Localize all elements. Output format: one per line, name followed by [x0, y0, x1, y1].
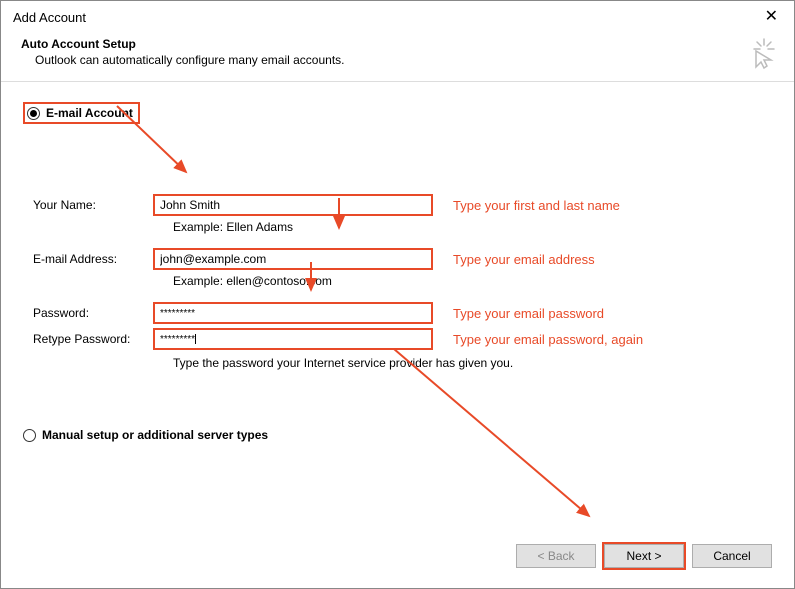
- cursor-sparkle-icon: [742, 35, 778, 71]
- email-account-option-highlight: E-mail Account: [23, 102, 140, 124]
- radio-icon: [23, 429, 36, 442]
- wizard-header: Auto Account Setup Outlook can automatic…: [1, 29, 794, 81]
- email-account-label: E-mail Account: [46, 106, 133, 120]
- email-row: E-mail Address: Type your email address: [33, 248, 772, 270]
- retype-label: Retype Password:: [33, 332, 153, 346]
- title-bar: Add Account ✕: [1, 1, 794, 29]
- next-button[interactable]: Next >: [604, 544, 684, 568]
- email-account-radio[interactable]: E-mail Account: [27, 106, 133, 120]
- window-title: Add Account: [13, 10, 86, 25]
- retype-row: Retype Password: ********* Type your ema…: [33, 328, 772, 350]
- email-input[interactable]: [153, 248, 433, 270]
- manual-setup-label: Manual setup or additional server types: [42, 428, 268, 442]
- name-example: Example: Ellen Adams: [173, 220, 772, 234]
- content-area: E-mail Account Your Name: Type your firs…: [1, 82, 794, 452]
- close-icon[interactable]: ✕: [761, 9, 782, 25]
- name-hint: Type your first and last name: [453, 198, 620, 213]
- retype-hint: Type your email password, again: [453, 332, 643, 347]
- email-hint: Type your email address: [453, 252, 595, 267]
- password-input[interactable]: [153, 302, 433, 324]
- name-input[interactable]: [153, 194, 433, 216]
- password-label: Password:: [33, 306, 153, 320]
- cancel-button[interactable]: Cancel: [692, 544, 772, 568]
- header-subtitle: Outlook can automatically configure many…: [35, 53, 774, 67]
- form-area: Your Name: Type your first and last name…: [33, 194, 772, 370]
- footer-buttons: < Back Next > Cancel: [516, 544, 772, 568]
- manual-setup-radio[interactable]: Manual setup or additional server types: [23, 428, 772, 442]
- radio-icon: [27, 107, 40, 120]
- password-note: Type the password your Internet service …: [173, 356, 772, 370]
- email-label: E-mail Address:: [33, 252, 153, 266]
- name-label: Your Name:: [33, 198, 153, 212]
- back-button: < Back: [516, 544, 596, 568]
- email-example: Example: ellen@contoso.com: [173, 274, 772, 288]
- retype-password-input[interactable]: *********: [153, 328, 433, 350]
- password-hint: Type your email password: [453, 306, 604, 321]
- name-row: Your Name: Type your first and last name: [33, 194, 772, 216]
- password-row: Password: Type your email password: [33, 302, 772, 324]
- header-title: Auto Account Setup: [21, 37, 774, 51]
